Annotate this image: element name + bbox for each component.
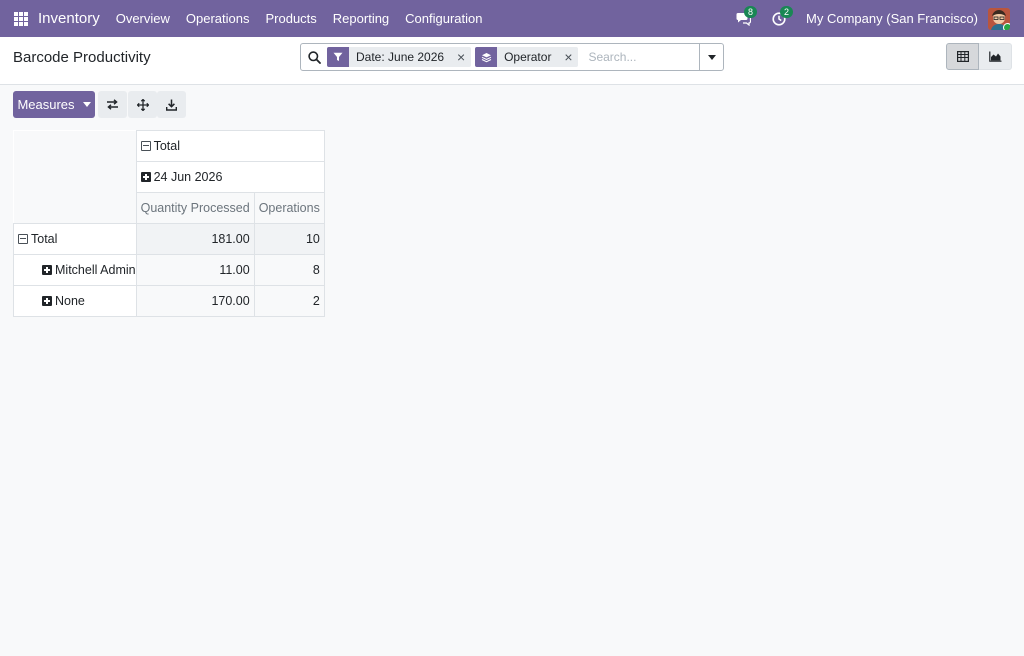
search-options-toggle[interactable] — [699, 44, 723, 70]
expand-icon — [42, 265, 52, 275]
search-input[interactable] — [582, 50, 713, 64]
cell-quantity-processed[interactable]: 11.00 — [135, 254, 255, 286]
pivot-table: Total 24 Jun 2026 Quantity Processed Ope… — [13, 130, 325, 317]
search-bar: Date: June 2026 × Operator × — [300, 43, 724, 71]
download-button[interactable] — [157, 91, 186, 118]
cell-quantity-processed[interactable]: 170.00 — [135, 285, 255, 317]
cell-quantity-processed[interactable]: 181.00 — [135, 223, 255, 255]
menu-item-overview[interactable]: Overview — [108, 11, 178, 26]
measures-dropdown-button[interactable]: Measures — [13, 91, 95, 118]
facet-label: Operator — [504, 50, 552, 64]
measures-label: Measures — [17, 97, 75, 112]
menu-item-configuration[interactable]: Configuration — [397, 11, 490, 26]
caret-down-icon — [82, 102, 91, 107]
menu-item-reporting[interactable]: Reporting — [325, 11, 397, 26]
activities-button[interactable]: 2 — [764, 0, 794, 37]
facet-label: Date: June 2026 — [356, 50, 445, 64]
expand-icon — [42, 296, 52, 306]
expand-icon — [140, 172, 151, 182]
facet-groupby-operator: Operator × — [475, 47, 579, 67]
top-navbar: Inventory Overview Operations Products R… — [0, 0, 1024, 37]
swap-arrows-icon — [107, 99, 118, 110]
messages-count-badge: 8 — [744, 6, 758, 18]
messages-button[interactable]: 8 — [728, 0, 758, 37]
table-icon — [956, 51, 969, 62]
expand-all-button[interactable] — [128, 91, 157, 118]
pivot-view-button[interactable] — [946, 43, 979, 70]
remove-facet-icon[interactable]: × — [451, 47, 471, 67]
filter-icon — [327, 47, 349, 67]
pivot-col-header-date[interactable]: 24 Jun 2026 — [135, 161, 325, 193]
systray: 8 2 My Company (San Francisco) — [728, 0, 1024, 37]
pivot-row-total: Total 181.00 10 — [13, 223, 325, 255]
menu-item-operations[interactable]: Operations — [178, 11, 258, 26]
flip-axis-button[interactable] — [98, 91, 127, 118]
layers-icon — [475, 47, 498, 67]
remove-facet-icon[interactable]: × — [558, 47, 578, 67]
main-menu: Overview Operations Products Reporting C… — [108, 11, 491, 26]
pivot-col-header-total[interactable]: Total — [135, 130, 325, 162]
caret-down-icon — [707, 54, 716, 60]
cell-operations[interactable]: 8 — [253, 254, 325, 286]
company-switcher[interactable]: My Company (San Francisco) — [806, 11, 978, 26]
control-panel: Barcode Productivity Date: June 2026 × O… — [0, 37, 1024, 85]
area-chart-icon — [988, 51, 1001, 62]
facet-date-filter: Date: June 2026 × — [327, 47, 472, 67]
collapse-icon — [140, 141, 151, 151]
pivot-row-none: None 170.00 2 — [13, 285, 325, 317]
online-status-dot — [1003, 22, 1010, 30]
page-title: Barcode Productivity — [13, 49, 151, 66]
pivot-row-mitchell-admin: Mitchell Admin 11.00 8 — [13, 254, 325, 286]
pivot-row-header-total[interactable]: Total — [13, 223, 137, 255]
view-switcher — [946, 43, 1012, 70]
measure-header-operations[interactable]: Operations — [253, 192, 325, 224]
pivot-row-header-none[interactable]: None — [13, 285, 137, 317]
pivot-row-header-mitchell-admin[interactable]: Mitchell Admin — [13, 254, 137, 286]
search-icon[interactable] — [301, 44, 327, 70]
cell-operations[interactable]: 2 — [253, 285, 325, 317]
user-avatar[interactable] — [988, 7, 1010, 30]
menu-item-products[interactable]: Products — [257, 11, 324, 26]
download-icon — [166, 99, 177, 111]
app-name[interactable]: Inventory — [38, 10, 100, 27]
graph-view-button[interactable] — [979, 43, 1012, 70]
move-arrows-icon — [136, 98, 149, 111]
cell-operations[interactable]: 10 — [253, 223, 325, 255]
collapse-icon — [18, 234, 28, 244]
app-grid-icon[interactable] — [14, 11, 28, 26]
measure-header-quantity-processed[interactable]: Quantity Processed — [135, 192, 255, 224]
activities-count-badge: 2 — [780, 6, 794, 18]
